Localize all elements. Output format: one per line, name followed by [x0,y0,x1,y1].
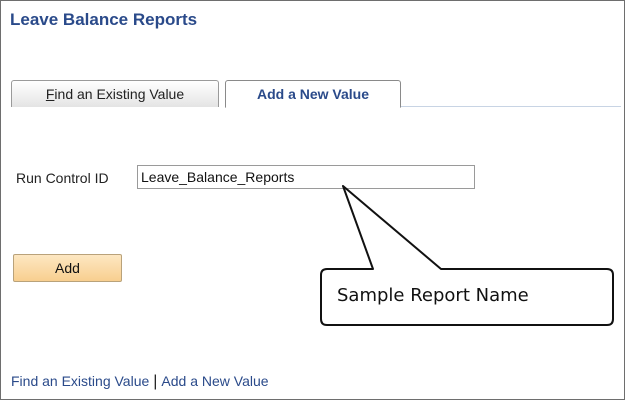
link-add-new-value[interactable]: Add a New Value [161,373,268,389]
callout-text: Sample Report Name [337,285,529,306]
tab-find-existing-value[interactable]: Find an Existing Value [11,80,219,107]
bottom-links: Find an Existing Value | Add a New Value [11,373,269,391]
tab-find-label: ind an Existing Value [54,86,185,102]
page-title: Leave Balance Reports [10,10,198,29]
tab-add-label: Add a New Value [256,86,370,102]
callout-bubble [320,185,614,326]
add-button[interactable]: Add [13,254,122,282]
page-frame: Leave Balance Reports Find an Existing V… [0,0,625,400]
tab-add-new-value[interactable]: Add a New Value [225,80,401,108]
tab-strip-divider [401,106,621,107]
run-control-label: Run Control ID [16,170,109,186]
link-find-existing-value[interactable]: Find an Existing Value [11,373,149,389]
run-control-input[interactable] [137,165,475,189]
link-separator: | [153,373,158,390]
